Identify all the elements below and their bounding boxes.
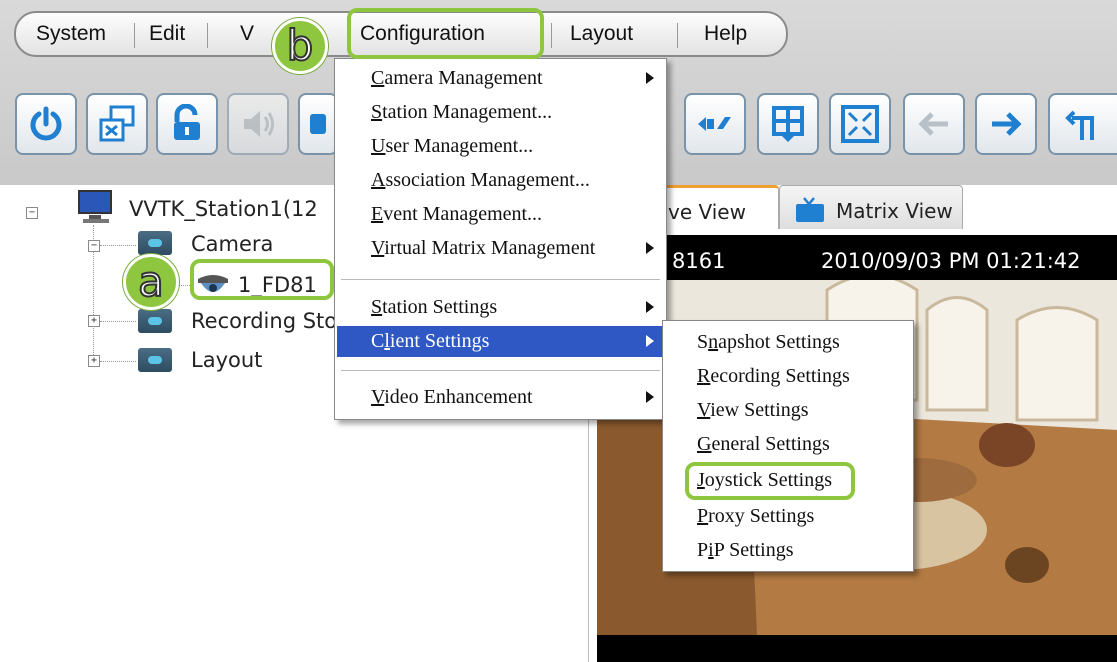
callout-a-label: a xyxy=(137,257,165,306)
menu-layout[interactable]: Layout xyxy=(570,22,633,46)
unlock-icon xyxy=(174,104,200,140)
configuration-highlight xyxy=(347,8,544,59)
partial-button-icon xyxy=(310,114,326,134)
menu-help[interactable]: Help xyxy=(704,22,747,46)
recording-folder-icon xyxy=(138,309,172,333)
submenu-arrow-icon xyxy=(646,391,654,403)
menu-item-association-management[interactable]: Association Management... xyxy=(337,165,664,196)
ptz-icon xyxy=(698,117,731,131)
ptz-button[interactable] xyxy=(684,93,746,155)
tree-connector xyxy=(100,245,136,246)
menu-item-camera-management[interactable]: Camera Management xyxy=(337,63,664,94)
menu-item-user-management[interactable]: User Management... xyxy=(337,131,664,162)
menu-item-video-enhancement[interactable]: Video Enhancement xyxy=(337,382,664,413)
menu-edit[interactable]: Edit xyxy=(149,22,185,46)
submenu-item-recording-settings[interactable]: Recording Settings xyxy=(697,365,850,388)
collapse-station-toggle[interactable]: − xyxy=(26,207,38,219)
tab-live-view-label: ve View xyxy=(668,200,746,224)
submenu-item-pip-settings[interactable]: PiP Settings xyxy=(697,539,794,562)
tab-matrix-view-label: Matrix View xyxy=(836,199,953,223)
back-arrow-icon xyxy=(918,112,948,136)
menu-separator xyxy=(341,279,660,280)
tree-connector xyxy=(100,321,136,322)
menu-view[interactable]: V xyxy=(240,22,254,46)
submenu-item-snapshot-settings[interactable]: Snapshot Settings xyxy=(697,331,840,354)
menu-item-station-settings[interactable]: Station Settings xyxy=(337,292,664,323)
callout-b-badge: b xyxy=(272,18,328,74)
menu-divider xyxy=(551,23,552,48)
power-icon xyxy=(30,106,62,141)
unlock-button[interactable] xyxy=(156,93,218,155)
cascade-window-icon xyxy=(99,105,135,142)
menu-divider xyxy=(677,23,678,48)
menu-item-station-management[interactable]: Station Management... xyxy=(337,97,664,128)
submenu-item-view-settings[interactable]: View Settings xyxy=(697,399,809,422)
camera-timestamp: 2010/09/03 PM 01:21:42 xyxy=(821,249,1081,273)
patrol-icon xyxy=(1064,110,1094,140)
audio-button[interactable] xyxy=(227,93,289,155)
fullscreen-icon xyxy=(841,105,879,143)
station-computer-icon xyxy=(78,190,112,223)
menu-item-event-management[interactable]: Event Management... xyxy=(337,199,664,230)
tab-live-view[interactable]: ve View xyxy=(659,185,779,229)
patrol-button[interactable] xyxy=(1048,93,1117,155)
tree-connector xyxy=(100,361,136,362)
speaker-icon xyxy=(244,111,274,137)
expand-layout-toggle[interactable]: + xyxy=(88,355,100,367)
expand-recording-toggle[interactable]: + xyxy=(88,315,100,327)
camera-osd-footer xyxy=(597,635,1117,662)
submenu-arrow-icon xyxy=(646,335,654,347)
power-button[interactable] xyxy=(15,93,77,155)
camera-name: 8161 xyxy=(672,249,726,273)
menu-item-virtual-matrix-management[interactable]: Virtual Matrix Management xyxy=(337,233,664,264)
callout-b-label: b xyxy=(286,21,315,70)
menu-divider xyxy=(207,23,208,48)
tab-matrix-view[interactable]: Matrix View xyxy=(779,185,963,229)
callout-a-badge: a xyxy=(123,254,179,310)
partial-toolbar-button[interactable] xyxy=(298,93,338,155)
camera-folder-icon xyxy=(138,231,172,255)
layout-folder-label[interactable]: Layout xyxy=(191,348,262,372)
recording-folder-label[interactable]: Recording Sto xyxy=(191,309,337,333)
camera-item-highlight xyxy=(190,259,334,300)
cascade-window-button[interactable] xyxy=(86,93,148,155)
fullscreen-button[interactable] xyxy=(829,93,891,155)
submenu-arrow-icon xyxy=(646,242,654,254)
submenu-item-proxy-settings[interactable]: Proxy Settings xyxy=(697,505,814,528)
joystick-settings-highlight xyxy=(685,462,855,500)
menu-item-client-settings[interactable]: Client Settings xyxy=(337,326,664,357)
forward-arrow-icon xyxy=(992,112,1022,136)
submenu-item-general-settings[interactable]: General Settings xyxy=(697,433,830,456)
client-settings-submenu: Snapshot Settings Recording Settings Vie… xyxy=(662,320,914,572)
submenu-arrow-icon xyxy=(646,301,654,313)
menu-separator xyxy=(341,370,660,371)
menu-divider xyxy=(134,23,135,48)
menu-system[interactable]: System xyxy=(36,22,106,46)
forward-button[interactable] xyxy=(975,93,1037,155)
camera-osd-header: 8161 2010/09/03 PM 01:21:42 xyxy=(597,235,1117,280)
camera-folder-label[interactable]: Camera xyxy=(191,232,273,256)
submenu-arrow-icon xyxy=(646,72,654,84)
configuration-menu: Camera Management Station Management... … xyxy=(334,58,667,420)
grid-layout-button[interactable] xyxy=(757,93,819,155)
back-button[interactable] xyxy=(903,93,965,155)
grid-layout-icon xyxy=(772,106,804,142)
matrix-tv-icon xyxy=(796,197,824,222)
layout-folder-icon xyxy=(138,348,172,372)
collapse-camera-toggle[interactable]: − xyxy=(88,240,100,252)
station-node-label[interactable]: VVTK_Station1(12 xyxy=(129,197,318,221)
